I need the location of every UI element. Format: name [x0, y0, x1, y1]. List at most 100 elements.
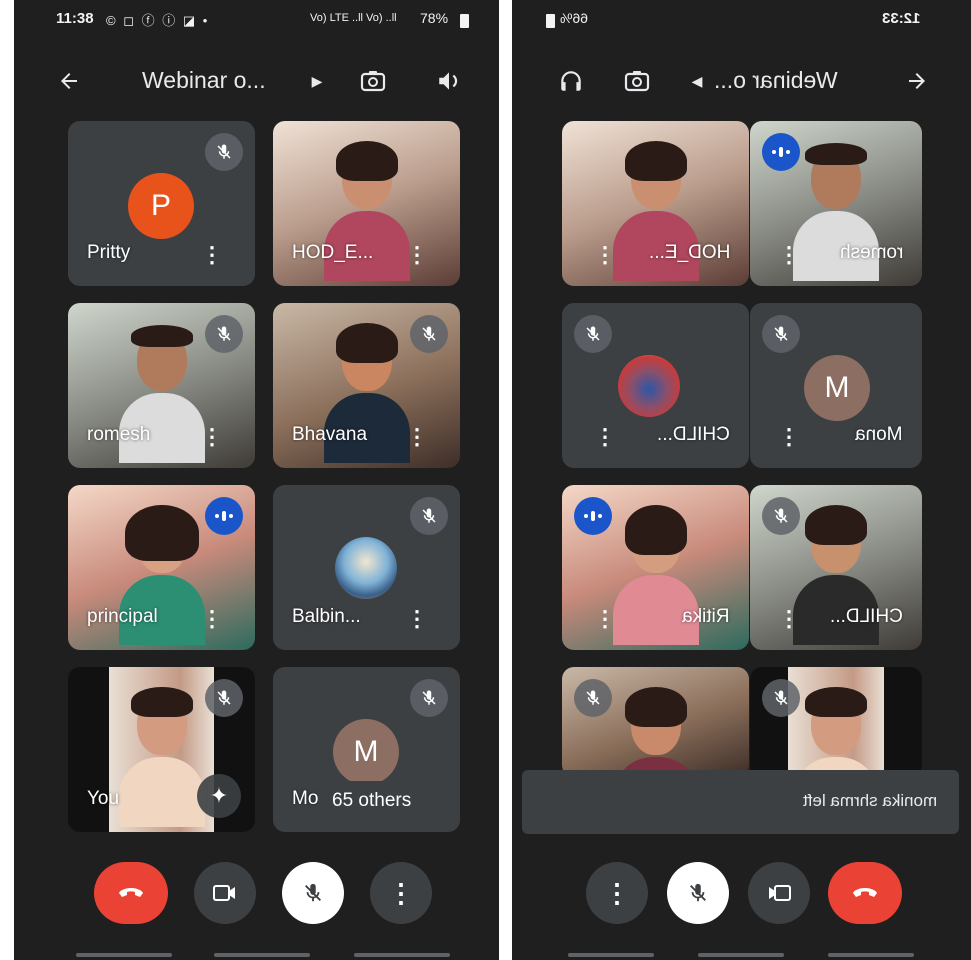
participant-tile-ritika[interactable]: Ritika ⋮: [562, 485, 749, 650]
more-options-icon[interactable]: ⋮: [201, 244, 223, 266]
status-bar: 12:33 66%: [512, 6, 971, 34]
speaking-indicator-icon: [574, 497, 612, 535]
meeting-title[interactable]: Webinar o...: [142, 67, 266, 94]
more-options-icon[interactable]: ⋮: [406, 426, 428, 448]
more-options-icon[interactable]: ⋮: [778, 426, 800, 448]
participant-name: CHILD...: [657, 424, 730, 445]
mic-off-icon: [205, 133, 243, 171]
nav-bar-pill: [76, 953, 172, 957]
participant-tile-hod[interactable]: HOD_E... ⋮: [273, 121, 460, 286]
switch-camera-icon[interactable]: [356, 64, 390, 98]
more-vertical-icon: ⋮: [604, 877, 630, 908]
camera-toggle-button[interactable]: [748, 862, 810, 924]
more-options-icon[interactable]: ⋮: [406, 608, 428, 630]
participant-tile-video-2[interactable]: [750, 667, 922, 777]
toast-message: monika shrma left: [802, 791, 937, 810]
participant-video: [118, 687, 205, 827]
speaker-icon[interactable]: [432, 64, 466, 98]
status-bar: 11:38 © ◻ ⓕ ⓘ ◪ • Vo) LTE ..ll Vo) ..ll …: [14, 6, 499, 34]
participant-left-toast: monika shrma left: [522, 770, 959, 834]
participant-tile-child-2[interactable]: CHILD... ⋮: [750, 485, 922, 650]
avatar: M: [333, 719, 399, 785]
more-options-icon[interactable]: ⋮: [406, 244, 428, 266]
battery-icon: [460, 14, 469, 28]
left-phone-screen: 11:38 © ◻ ⓕ ⓘ ◪ • Vo) LTE ..ll Vo) ..ll …: [14, 0, 499, 960]
nav-bar-pill: [354, 953, 450, 957]
participant-tile-principal[interactable]: principal ⋮: [68, 485, 255, 650]
more-options-icon[interactable]: ⋮: [594, 426, 616, 448]
participant-tile-mona[interactable]: M Mona ⋮: [750, 303, 922, 468]
mic-toggle-button[interactable]: [282, 862, 344, 924]
more-options-icon[interactable]: ⋮: [594, 244, 616, 266]
participant-tile-child[interactable]: CHILD... ⋮: [562, 303, 749, 468]
mic-off-icon: [205, 315, 243, 353]
participant-name: Pritty: [87, 242, 131, 263]
mic-off-icon: [410, 315, 448, 353]
participant-name: You: [87, 788, 120, 809]
mic-off-icon: [762, 315, 800, 353]
forward-arrow-icon[interactable]: [900, 64, 934, 98]
participant-name: HOD_E...: [292, 242, 374, 263]
mic-toggle-button[interactable]: [667, 862, 729, 924]
participant-name: Bhavana: [292, 424, 368, 445]
participant-tile-pritty[interactable]: P Pritty ⋮: [68, 121, 255, 286]
profile-photo: [335, 537, 397, 599]
camera-toggle-button[interactable]: [194, 862, 256, 924]
profile-photo: [618, 355, 680, 417]
more-vertical-icon: ⋮: [388, 877, 414, 908]
others-count-chip[interactable]: 65 others: [318, 781, 426, 821]
participant-tile-romesh[interactable]: romesh ⋮: [68, 303, 255, 468]
participant-tile-self[interactable]: You ✦: [68, 667, 255, 832]
participant-name: romesh: [839, 242, 903, 263]
speaking-indicator-icon: [205, 497, 243, 535]
more-options-icon[interactable]: ⋮: [594, 608, 616, 630]
network-indicator: Vo) LTE ..ll Vo) ..ll: [310, 12, 397, 24]
effects-sparkle-icon[interactable]: ✦: [197, 774, 241, 818]
participant-name: Ritika: [682, 606, 730, 627]
end-call-button[interactable]: [828, 862, 902, 924]
participant-tile-balbin[interactable]: Balbin... ⋮: [273, 485, 460, 650]
participant-tile-bhavana[interactable]: Bhavana ⋮: [273, 303, 460, 468]
more-options-icon[interactable]: ⋮: [201, 608, 223, 630]
participant-video: [612, 687, 699, 777]
more-options-icon[interactable]: ⋮: [778, 244, 800, 266]
participant-name: Mona: [855, 424, 903, 445]
participant-name: Mo: [292, 788, 319, 809]
status-time: 12:33: [882, 10, 921, 27]
meeting-title[interactable]: Webinar o...: [714, 67, 838, 94]
back-arrow-icon[interactable]: [52, 64, 86, 98]
participant-name: HOD_E...: [648, 242, 730, 263]
participant-name: CHILD...: [830, 606, 903, 627]
more-options-button[interactable]: ⋮: [586, 862, 648, 924]
mic-off-icon: [762, 679, 800, 717]
more-options-icon[interactable]: ⋮: [778, 608, 800, 630]
right-phone-screen: 12:33 66% ◀ Webinar o... HOD_E... ⋮ rome…: [512, 0, 971, 960]
end-call-button[interactable]: [94, 862, 168, 924]
avatar: M: [804, 355, 870, 421]
nav-bar-pill: [828, 953, 914, 957]
participant-tile-hod[interactable]: HOD_E... ⋮: [562, 121, 749, 286]
more-options-button[interactable]: ⋮: [370, 862, 432, 924]
mic-off-icon: [762, 497, 800, 535]
participant-video: [793, 687, 879, 777]
participant-tile-romesh[interactable]: romesh ⋮: [750, 121, 922, 286]
battery-icon: [546, 14, 555, 28]
nav-bar-pill: [214, 953, 310, 957]
notification-icons: © ◻ ⓕ ⓘ ◪ •: [106, 13, 210, 28]
call-app-bar: ◀ Webinar o...: [512, 56, 971, 106]
caret-right-icon[interactable]: ▶: [300, 64, 334, 98]
participant-tile-video[interactable]: [562, 667, 749, 777]
participant-name: principal: [87, 606, 158, 627]
speaking-indicator-icon: [762, 133, 800, 171]
battery-level: 66%: [560, 10, 589, 26]
call-app-bar: Webinar o... ▶: [14, 56, 499, 106]
avatar: P: [128, 173, 194, 239]
more-options-icon[interactable]: ⋮: [201, 426, 223, 448]
participant-name: romesh: [87, 424, 151, 445]
switch-camera-icon[interactable]: [620, 64, 654, 98]
headphones-icon[interactable]: [554, 64, 588, 98]
nav-bar-pill: [568, 953, 654, 957]
nav-bar-pill: [698, 953, 784, 957]
status-time: 11:38: [56, 10, 94, 27]
caret-left-icon[interactable]: ◀: [680, 64, 714, 98]
